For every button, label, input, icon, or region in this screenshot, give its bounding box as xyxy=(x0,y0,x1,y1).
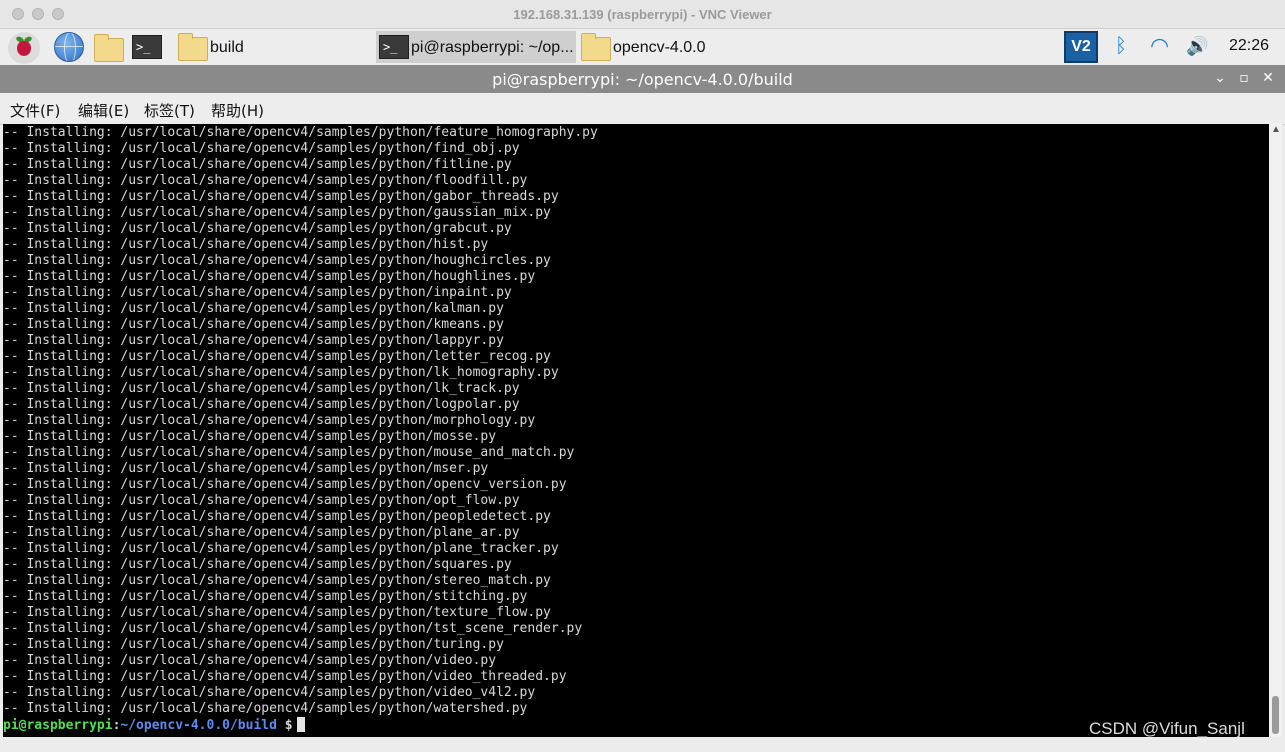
web-browser-globe-icon[interactable] xyxy=(54,32,84,62)
terminal-line: -- Installing: /usr/local/share/opencv4/… xyxy=(3,477,567,492)
terminal-menu-bar: 文件(F) 编辑(E) 标签(T) 帮助(H) xyxy=(0,93,1285,125)
terminal-line: -- Installing: /usr/local/share/opencv4/… xyxy=(3,573,551,588)
taskbar-item-label: build xyxy=(210,39,244,56)
terminal-titlebar: pi@raspberrypi: ~/opencv-4.0.0/build ⌄ ▫… xyxy=(0,65,1285,93)
scroll-up-arrow-icon[interactable]: ▲ xyxy=(1271,124,1281,135)
terminal-icon: >_ xyxy=(379,35,409,59)
terminal-line: -- Installing: /usr/local/share/opencv4/… xyxy=(3,237,489,252)
menu-help[interactable]: 帮助(H) xyxy=(211,100,264,121)
terminal-line: -- Installing: /usr/local/share/opencv4/… xyxy=(3,125,598,140)
file-manager-folder-icon[interactable] xyxy=(94,34,124,62)
terminal-line: -- Installing: /usr/local/share/opencv4/… xyxy=(3,189,559,204)
taskbar-item-build[interactable]: build xyxy=(172,31,376,63)
prompt-user-host: pi@raspberrypi xyxy=(3,718,113,733)
bluetooth-icon[interactable]: ᛒ xyxy=(1115,35,1127,57)
csdn-watermark: CSDN @Vifun_Sanjl xyxy=(1089,719,1245,738)
shell-prompt[interactable]: pi@raspberrypi:~/opencv-4.0.0/build $ xyxy=(3,717,305,734)
taskbar-item-label: opencv-4.0.0 xyxy=(613,39,706,56)
output-lines: -- Installing: /usr/local/share/opencv4/… xyxy=(3,125,598,717)
vnc-window-title: 192.168.31.139 (raspberrypi) - VNC Viewe… xyxy=(513,7,772,22)
terminal-output[interactable]: -- Installing: /usr/local/share/opencv4/… xyxy=(3,124,1269,737)
terminal-line: -- Installing: /usr/local/share/opencv4/… xyxy=(3,349,551,364)
terminal-line: -- Installing: /usr/local/share/opencv4/… xyxy=(3,285,512,300)
terminal-line: -- Installing: /usr/local/share/opencv4/… xyxy=(3,413,536,428)
terminal-line: -- Installing: /usr/local/share/opencv4/… xyxy=(3,397,520,412)
terminal-line: -- Installing: /usr/local/share/opencv4/… xyxy=(3,557,512,572)
terminal-line: -- Installing: /usr/local/share/opencv4/… xyxy=(3,157,512,172)
menu-tabs[interactable]: 标签(T) xyxy=(144,100,195,121)
folder-icon xyxy=(581,33,611,61)
taskbar-item-label: pi@raspberrypi: ~/op... xyxy=(411,39,574,56)
terminal-line: -- Installing: /usr/local/share/opencv4/… xyxy=(3,445,575,460)
text-cursor xyxy=(296,717,305,732)
prompt-symbol: $ xyxy=(284,718,293,733)
terminal-line: -- Installing: /usr/local/share/opencv4/… xyxy=(3,637,504,652)
folder-icon xyxy=(178,33,208,61)
terminal-line: -- Installing: /usr/local/share/opencv4/… xyxy=(3,141,520,156)
terminal-line: -- Installing: /usr/local/share/opencv4/… xyxy=(3,221,512,236)
terminal-line: -- Installing: /usr/local/share/opencv4/… xyxy=(3,541,559,556)
vnc-server-icon[interactable]: V2 xyxy=(1064,31,1098,63)
terminal-line: -- Installing: /usr/local/share/opencv4/… xyxy=(3,605,551,620)
terminal-line: -- Installing: /usr/local/share/opencv4/… xyxy=(3,317,504,332)
terminal-line: -- Installing: /usr/local/share/opencv4/… xyxy=(3,669,567,684)
taskbar-item-opencv[interactable]: opencv-4.0.0 xyxy=(578,31,778,63)
terminal-line: -- Installing: /usr/local/share/opencv4/… xyxy=(3,589,528,604)
vnc-viewer-titlebar: 192.168.31.139 (raspberrypi) - VNC Viewe… xyxy=(0,0,1285,29)
scrollbar-thumb[interactable] xyxy=(1272,696,1279,734)
terminal-line: -- Installing: /usr/local/share/opencv4/… xyxy=(3,269,536,284)
minimize-button[interactable]: ⌄ xyxy=(1212,69,1228,87)
terminal-scrollbar[interactable]: ▲ xyxy=(1269,124,1282,737)
terminal-line: -- Installing: /usr/local/share/opencv4/… xyxy=(3,173,528,188)
terminal-line: -- Installing: /usr/local/share/opencv4/… xyxy=(3,381,520,396)
terminal-line: -- Installing: /usr/local/share/opencv4/… xyxy=(3,621,583,636)
terminal-line: -- Installing: /usr/local/share/opencv4/… xyxy=(3,461,489,476)
terminal-line: -- Installing: /usr/local/share/opencv4/… xyxy=(3,301,504,316)
raspberry-pi-menu-icon[interactable] xyxy=(8,32,40,64)
wifi-icon[interactable]: ◠ xyxy=(1150,35,1169,57)
terminal-line: -- Installing: /usr/local/share/opencv4/… xyxy=(3,333,504,348)
terminal-line: -- Installing: /usr/local/share/opencv4/… xyxy=(3,653,497,668)
terminal-line: -- Installing: /usr/local/share/opencv4/… xyxy=(3,509,551,524)
terminal-line: -- Installing: /usr/local/share/opencv4/… xyxy=(3,205,551,220)
close-button[interactable]: ✕ xyxy=(1260,69,1276,87)
terminal-line: -- Installing: /usr/local/share/opencv4/… xyxy=(3,493,520,508)
terminal-line: -- Installing: /usr/local/share/opencv4/… xyxy=(3,525,520,540)
clock: 22:26 xyxy=(1229,37,1270,54)
terminal-line: -- Installing: /usr/local/share/opencv4/… xyxy=(3,685,536,700)
terminal-line: -- Installing: /usr/local/share/opencv4/… xyxy=(3,253,551,268)
volume-icon[interactable]: 🔊 xyxy=(1186,35,1208,57)
taskbar-item-terminal[interactable]: >_ pi@raspberrypi: ~/op... xyxy=(376,31,576,63)
prompt-path: ~/opencv-4.0.0/build xyxy=(120,718,277,733)
window-bottom-edge xyxy=(0,737,1285,752)
terminal-title: pi@raspberrypi: ~/opencv-4.0.0/build xyxy=(492,70,793,89)
raspberry-pi-taskbar: >_ build >_ pi@raspberrypi: ~/op... open… xyxy=(0,29,1285,65)
maximize-button[interactable]: ▫ xyxy=(1236,69,1252,87)
menu-file[interactable]: 文件(F) xyxy=(10,100,60,121)
menu-edit[interactable]: 编辑(E) xyxy=(78,100,129,121)
terminal-icon[interactable]: >_ xyxy=(132,35,162,59)
terminal-line: -- Installing: /usr/local/share/opencv4/… xyxy=(3,429,497,444)
terminal-line: -- Installing: /usr/local/share/opencv4/… xyxy=(3,365,559,380)
terminal-line: -- Installing: /usr/local/share/opencv4/… xyxy=(3,701,528,716)
